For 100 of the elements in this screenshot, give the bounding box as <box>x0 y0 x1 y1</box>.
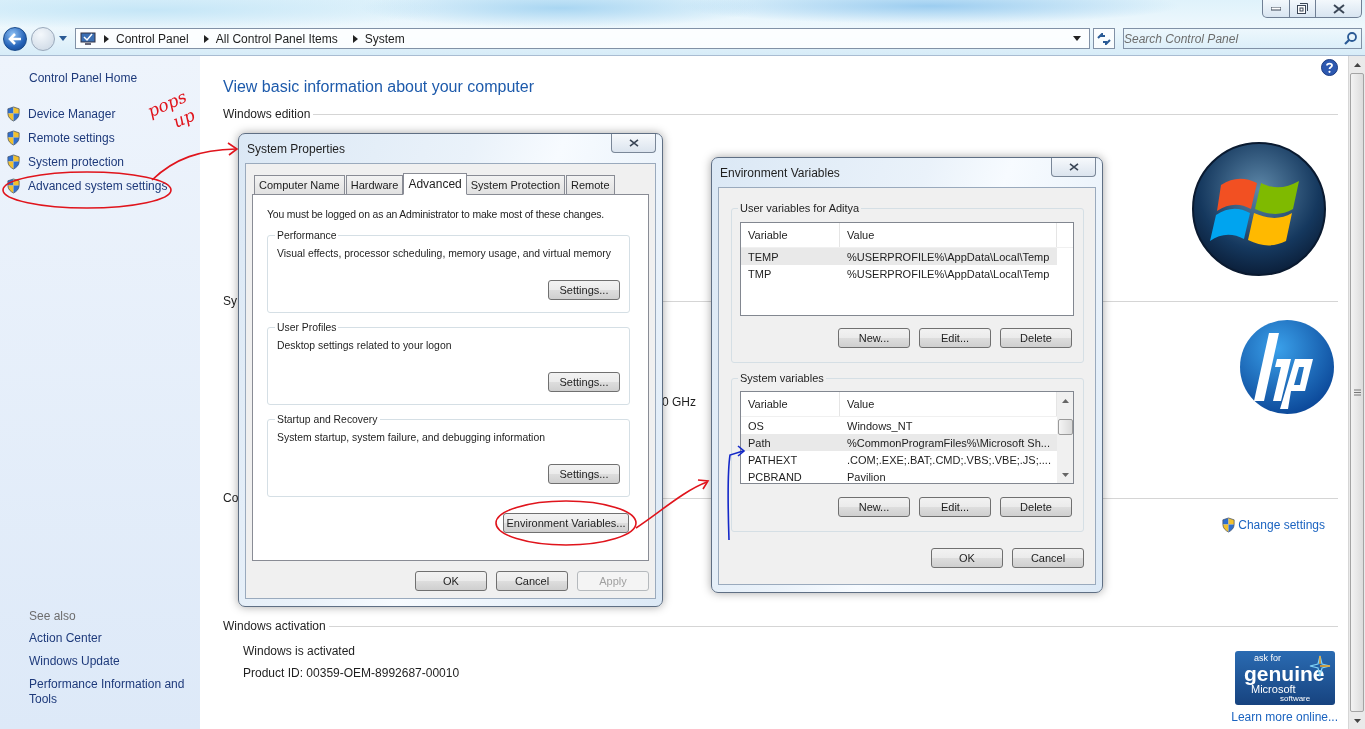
scrollbar[interactable] <box>1348 56 1365 729</box>
see-also-label: See also <box>29 609 77 623</box>
search-field[interactable]: Search Control Panel <box>1123 28 1362 49</box>
caret-down-icon <box>1062 472 1069 477</box>
close-icon <box>1068 163 1079 171</box>
section-title: Co <box>223 491 239 505</box>
tab[interactable]: Computer Name <box>254 175 345 194</box>
list-row[interactable]: TEMP %USERPROFILE%\AppData\Local\Temp <box>741 248 1057 265</box>
close-button[interactable] <box>1315 0 1362 18</box>
chevron-icon <box>104 34 109 43</box>
list-button[interactable]: Delete <box>1000 497 1072 517</box>
sidebar-link[interactable]: Control Panel Home <box>29 71 200 85</box>
list-button[interactable]: Edit... <box>919 497 991 517</box>
variable-value: Windows_NT <box>846 418 914 434</box>
shield-icon <box>6 178 21 194</box>
close-button[interactable] <box>1051 158 1096 177</box>
group-description: Visual effects, processor scheduling, memory usage, and virtual memory <box>277 248 612 259</box>
shield-icon <box>6 130 21 146</box>
scrollbar-thumb[interactable] <box>1350 73 1364 712</box>
group-description: System startup, system failure, and debugging information <box>277 432 546 443</box>
tab[interactable]: System Protection <box>465 175 566 194</box>
breadcrumb-link[interactable]: All Control Panel Items <box>215 31 338 46</box>
address-bar[interactable]: Control Panel All Control Panel Items System <box>75 28 1090 49</box>
group-title: User Profiles <box>276 322 338 333</box>
section-title: Windows edition <box>223 107 311 121</box>
caret-up-icon <box>1353 62 1361 67</box>
variables-list[interactable]: Variable Value TEMP %USERPROFILE%\AppData\Local\Temp TMP %USERPROFILE%\AppData\Local\Temp <box>740 222 1074 316</box>
product-id: Product ID: 00359-OEM-8992687-00010 <box>243 666 460 680</box>
environment-variables-button[interactable]: Environment Variables... <box>503 513 629 533</box>
learn-more-link[interactable]: Learn more online... <box>1231 710 1338 724</box>
variables-list[interactable]: Variable Value OS Windows_NT Path %CommonProgramFiles%\Microsoft Sh... PATHEXT .COM;.EXE;.BAT;.CMD;.VBS;.VBE;.JS;.... PCBRAND Pavilion <box>740 391 1074 484</box>
close-button[interactable] <box>611 134 656 153</box>
group-description: Desktop settings related to your logon <box>277 340 453 351</box>
settings-button[interactable]: Settings... <box>548 464 620 484</box>
variable-name: TMP <box>747 266 773 282</box>
group-title: Startup and Recovery <box>276 414 379 425</box>
sidebar-link[interactable]: Windows Update <box>29 654 194 669</box>
chevron-icon <box>352 34 358 43</box>
maximize-button[interactable] <box>1289 0 1316 18</box>
search-icon <box>1344 32 1357 45</box>
breadcrumb-link[interactable]: System <box>364 31 405 46</box>
list-button[interactable]: Edit... <box>919 328 991 348</box>
close-icon <box>1332 3 1345 14</box>
variable-name: TEMP <box>747 249 780 265</box>
column-header[interactable]: Variable <box>741 223 840 247</box>
settings-button[interactable]: Settings... <box>548 280 620 300</box>
badge-text: Microsoft <box>1251 684 1296 695</box>
help-icon[interactable] <box>1321 59 1338 76</box>
breadcrumb-link[interactable]: Control Panel <box>116 31 189 46</box>
tab[interactable]: Remote <box>566 175 615 194</box>
tab[interactable]: Hardware <box>345 175 404 194</box>
scrollbar-thumb[interactable] <box>1058 419 1073 435</box>
group-title: System variables <box>739 372 825 384</box>
genuine-badge[interactable]: ask for genuine Microsoft software <box>1235 651 1335 705</box>
sidebar-link[interactable]: Action Center <box>29 631 194 646</box>
sidebar-item[interactable]: Advanced system settings <box>0 177 168 195</box>
list-row[interactable]: PCBRAND Pavilion <box>741 468 1057 483</box>
list-row[interactable]: PATHEXT .COM;.EXE;.BAT;.CMD;.VBS;.VBE;.JS;.... <box>741 451 1057 468</box>
dropdown-icon[interactable] <box>59 36 67 41</box>
caret-down-icon <box>1353 718 1361 723</box>
dialog-button[interactable]: Cancel <box>496 571 568 591</box>
column-header[interactable]: Variable <box>741 392 840 416</box>
list-button[interactable]: New... <box>838 497 910 517</box>
change-settings-link[interactable]: Change settings <box>1221 517 1325 533</box>
dialog-button[interactable]: Cancel <box>1012 548 1084 568</box>
dialog-button[interactable]: OK <box>931 548 1003 568</box>
variable-value: .COM;.EXE;.BAT;.CMD;.VBS;.VBE;.JS;.... <box>846 452 1052 468</box>
column-header[interactable]: Value <box>840 223 1057 247</box>
sidebar-item[interactable]: Remote settings <box>0 129 115 147</box>
sidebar-item[interactable]: Device Manager <box>0 105 116 123</box>
tab[interactable]: Advanced <box>403 173 467 195</box>
section-title: Windows activation <box>223 619 326 633</box>
admin-notice: You must be logged on as an Administrator to make most of these changes. <box>267 209 606 220</box>
dropdown-icon[interactable] <box>1073 36 1081 41</box>
refresh-icon <box>1096 32 1112 45</box>
computer-icon <box>80 31 96 46</box>
badge-text: genuine <box>1244 663 1325 684</box>
close-icon <box>628 139 639 147</box>
arrow-left-icon <box>8 32 22 45</box>
list-row[interactable]: Path %CommonProgramFiles%\Microsoft Sh... <box>741 434 1057 451</box>
list-button[interactable]: Delete <box>1000 328 1072 348</box>
dialog-button[interactable]: OK <box>415 571 487 591</box>
list-row[interactable]: OS Windows_NT <box>741 417 1057 434</box>
list-button[interactable]: New... <box>838 328 910 348</box>
back-button[interactable] <box>3 26 27 51</box>
group-title: Performance <box>276 230 338 241</box>
variable-name: Path <box>747 435 772 451</box>
minimize-button[interactable] <box>1262 0 1290 18</box>
sidebar-link[interactable]: Performance Information and Tools <box>29 677 194 707</box>
chevron-icon <box>203 34 209 43</box>
scrollbar[interactable] <box>1057 392 1073 483</box>
activation-status: Windows is activated <box>243 644 357 658</box>
badge-text: ask for <box>1254 654 1281 663</box>
shield-icon <box>1221 517 1237 533</box>
settings-button[interactable]: Settings... <box>548 372 620 392</box>
variable-name: PCBRAND <box>747 469 803 483</box>
badge-text: software <box>1280 695 1311 703</box>
sidebar-item[interactable]: System protection <box>0 153 125 171</box>
refresh-button[interactable] <box>1093 28 1115 49</box>
list-row[interactable]: TMP %USERPROFILE%\AppData\Local\Temp <box>741 265 1057 282</box>
